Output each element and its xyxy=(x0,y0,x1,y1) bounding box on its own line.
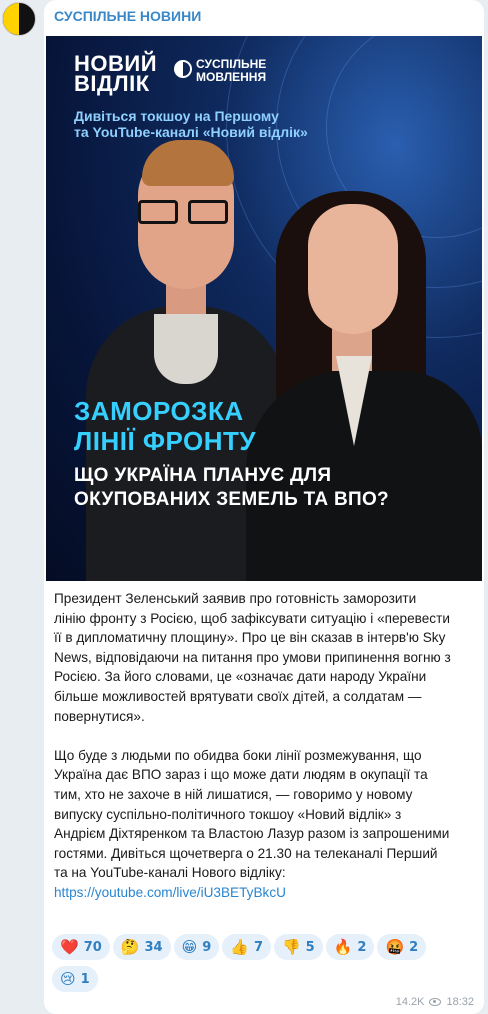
heart-icon: ❤️ xyxy=(60,938,79,956)
fire-icon: 🔥 xyxy=(333,938,353,956)
promo-image[interactable]: НОВИЙ ВІДЛІК СУСПІЛЬНЕ МОВЛЕННЯ Дивіться… xyxy=(46,36,482,581)
angry-face-icon: 🤬 xyxy=(385,938,405,956)
eye-icon xyxy=(429,998,442,1006)
message-meta: 14.2K 18:32 xyxy=(396,996,474,1008)
glasses xyxy=(136,200,232,226)
reaction-thumbs-down[interactable]: 👎 5 xyxy=(273,934,323,960)
thumbs-up-icon: 👍 xyxy=(230,938,249,956)
reactions-bar: ❤️ 70 🤔 34 😁 9 👍 7 👎 5 🔥 2 🤬 2 😢 1 xyxy=(52,934,452,998)
post-paragraph: Що буде з людьми по обидва боки лінії ро… xyxy=(54,747,450,881)
novyi-vidlik-logo: НОВИЙ ВІДЛІК xyxy=(74,51,158,96)
post-paragraph: Президент Зеленський заявив про готовніс… xyxy=(54,591,451,724)
promo-tagline: Дивіться токшоу на Першому та YouTube-ка… xyxy=(74,108,308,140)
message-bubble: СУСПІЛЬНЕ НОВИНИ НОВИЙ ВІДЛІК СУСПІЛЬНЕ … xyxy=(44,0,484,1014)
suspilne-logo: СУСПІЛЬНЕ МОВЛЕННЯ xyxy=(174,58,266,84)
channel-avatar[interactable] xyxy=(2,2,36,36)
reaction-grin[interactable]: 😁 9 xyxy=(173,934,220,960)
reaction-crying[interactable]: 😢 1 xyxy=(52,966,98,992)
crying-face-icon: 😢 xyxy=(60,970,76,988)
reaction-thumbs-up[interactable]: 👍 7 xyxy=(222,934,271,960)
thinking-face-icon: 🤔 xyxy=(120,938,140,956)
reaction-thinking[interactable]: 🤔 34 xyxy=(112,934,171,960)
reaction-fire[interactable]: 🔥 2 xyxy=(325,934,375,960)
promo-headline: ЗАМОРОЗКА ЛІНІЇ ФРОНТУ xyxy=(74,396,257,456)
channel-name[interactable]: СУСПІЛЬНЕ НОВИНИ xyxy=(54,8,201,24)
reaction-heart[interactable]: ❤️ 70 xyxy=(52,934,110,960)
promo-subhead: ЩО УКРАЇНА ПЛАНУЄ ДЛЯ ОКУПОВАНИХ ЗЕМЕЛЬ … xyxy=(74,465,389,510)
message-time: 18:32 xyxy=(446,996,474,1008)
thumbs-down-icon: 👎 xyxy=(281,938,301,956)
grin-face-icon: 😁 xyxy=(181,938,198,956)
youtube-link[interactable]: https://youtube.com/live/iU3BETyBkcU xyxy=(54,883,478,903)
reaction-angry[interactable]: 🤬 2 xyxy=(377,934,427,960)
post-text: Президент Зеленський заявив про готовніс… xyxy=(54,589,478,903)
view-count: 14.2K xyxy=(395,996,425,1008)
